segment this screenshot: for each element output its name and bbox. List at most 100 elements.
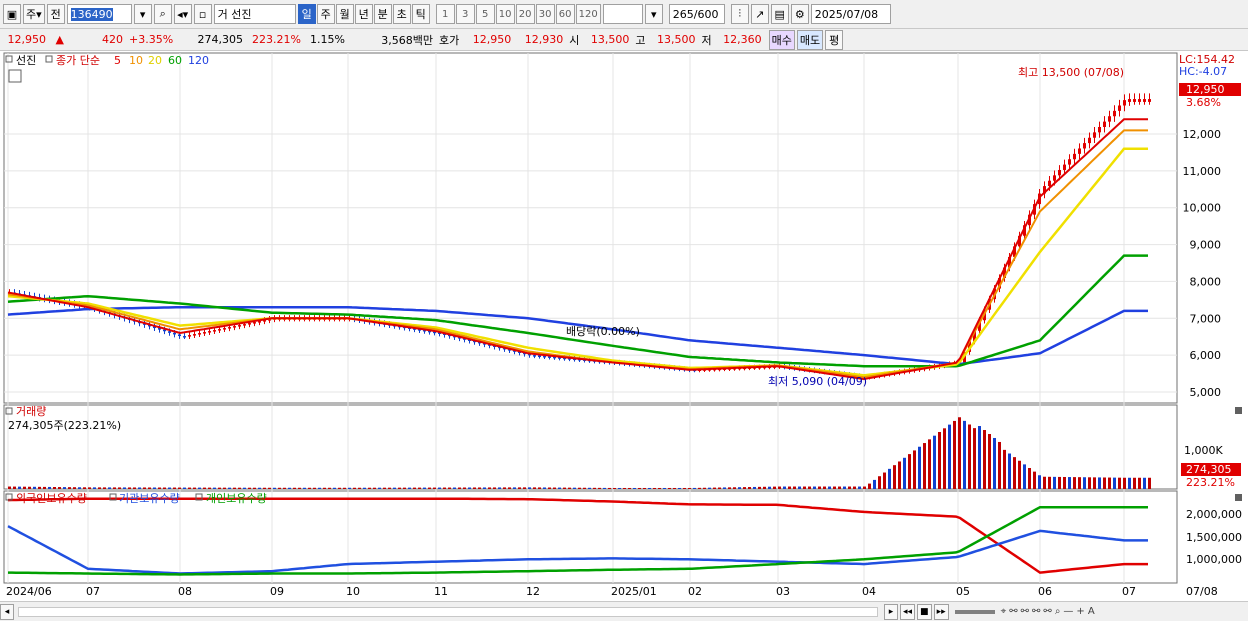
chart-area[interactable]: 5,000 6,000 7,000 8,000 9,000 10,000 11,000 12,… — [0, 51, 1248, 601]
volume-title: 거래량 — [16, 405, 46, 418]
table-icon[interactable] — [8, 69, 22, 83]
link-icon[interactable]: ⚯ — [1009, 606, 1017, 617]
volume-bar — [513, 487, 516, 489]
prefix-button[interactable]: 전 — [46, 4, 65, 24]
interval-button[interactable]: 120 — [575, 4, 601, 24]
volume-bar — [68, 487, 71, 489]
volume-bar — [753, 486, 756, 489]
search-icon[interactable]: ⌕ — [153, 4, 172, 24]
font-size-icon[interactable]: A — [1088, 606, 1095, 617]
buy-button[interactable]: 매수 — [768, 29, 795, 50]
candle-body — [1143, 99, 1146, 102]
play-icon[interactable]: ▸ — [884, 603, 898, 620]
scrollbar[interactable]: ◂ ▸ ◂◂ ■ ▸▸ ⌖ ⚯ ⚯ ⚯ ⚯ ⌕ — + A — [0, 601, 1248, 621]
zoom-icon[interactable]: ⌕ — [1055, 606, 1061, 617]
volume-bar — [1148, 477, 1151, 489]
tool-icons: ⌖ ⚯ ⚯ ⚯ ⚯ ⌕ — + A — [1001, 606, 1095, 617]
high-price: 13,500 — [657, 33, 696, 46]
scroll-left-icon[interactable]: ◂ — [0, 603, 14, 620]
count-field[interactable]: 265/600 — [668, 4, 725, 24]
volume-bar — [118, 487, 121, 489]
compare-icon[interactable]: ⚯ — [1021, 606, 1029, 617]
date-tick-label: 04 — [862, 585, 876, 598]
period-group: 일 주 월 년 분 초 틱 — [297, 4, 430, 24]
legend-ma-label: 종가 단순 — [56, 54, 100, 67]
low-price: 12,360 — [723, 33, 762, 46]
zoom-out-icon[interactable]: — — [1063, 606, 1073, 617]
interval-button[interactable]: 5 — [475, 4, 495, 24]
volume-bar — [1138, 477, 1141, 489]
candle-body — [208, 331, 211, 333]
zoom-in-icon[interactable]: + — [1076, 606, 1084, 617]
interval-button[interactable]: 30 — [535, 4, 555, 24]
inst-holdings-label: 기관보유수량 — [119, 492, 180, 505]
candle-style-icon[interactable]: ⫶ — [730, 4, 749, 24]
volume-bar — [323, 487, 326, 489]
volume-bar — [143, 487, 146, 489]
forward-icon[interactable]: ▸▸ — [933, 603, 949, 620]
code-input[interactable]: 136490 — [66, 4, 132, 24]
code-dropdown-icon[interactable]: ▾ — [133, 4, 152, 24]
crosshair-icon[interactable]: ⌖ — [1001, 606, 1007, 617]
volume-bar — [93, 487, 96, 489]
window-menu-icon[interactable]: ▣ — [3, 4, 21, 24]
volume-bar — [728, 487, 731, 489]
settings-small-icon[interactable]: ▫ — [193, 4, 212, 24]
volume-bar — [768, 486, 771, 489]
interval-button[interactable]: 60 — [555, 4, 575, 24]
interval-button[interactable]: 3 — [455, 4, 475, 24]
volume-bar — [333, 487, 336, 489]
volume-bar — [688, 487, 691, 489]
period-week-button[interactable]: 주 — [316, 4, 335, 24]
volume-close-icon[interactable] — [1235, 407, 1242, 414]
period-year-button[interactable]: 년 — [354, 4, 373, 24]
custom-interval-dropdown-icon[interactable]: ▾ — [644, 4, 663, 24]
x-last-date: 07/08 — [1186, 585, 1218, 598]
volume-bar — [1078, 477, 1081, 489]
draw-tool-icon[interactable]: ↗ — [750, 4, 769, 24]
sell-button[interactable]: 매도 — [796, 29, 824, 50]
market-type-select[interactable]: 주 ▾ — [23, 4, 45, 24]
volume-bar — [73, 487, 76, 489]
chart-svg: 5,000 6,000 7,000 8,000 9,000 10,000 11,000 12,… — [3, 52, 1242, 598]
holdings-close-icon[interactable] — [1235, 494, 1242, 501]
candle-body — [1118, 105, 1121, 111]
volume-bar — [253, 487, 256, 489]
volume-bar — [468, 487, 471, 489]
volume-bar — [1083, 477, 1086, 489]
volume-bar — [288, 487, 291, 489]
period-month-button[interactable]: 월 — [335, 4, 354, 24]
date-field[interactable]: 2025/07/08 — [810, 4, 891, 24]
volume-bar — [588, 487, 591, 489]
volume-bar — [183, 487, 186, 489]
period-tick-button[interactable]: 틱 — [411, 4, 430, 24]
period-second-button[interactable]: 초 — [392, 4, 411, 24]
period-minute-button[interactable]: 분 — [373, 4, 392, 24]
volume-bar — [358, 487, 361, 489]
volume-bar — [193, 487, 196, 489]
gear-icon[interactable]: ⚙ — [790, 4, 809, 24]
scroll-track[interactable] — [18, 606, 878, 617]
fit-icon[interactable]: ⚯ — [1043, 606, 1051, 617]
volume-bar — [278, 487, 281, 489]
volume-bar — [368, 487, 371, 489]
candle-body — [1103, 121, 1106, 127]
volume-bar — [763, 486, 766, 489]
interval-button[interactable]: 20 — [515, 4, 535, 24]
interval-button[interactable]: 1 — [435, 4, 455, 24]
interval-button[interactable]: 10 — [495, 4, 515, 24]
volume-bar — [268, 487, 271, 489]
rewind-icon[interactable]: ◂◂ — [900, 603, 916, 620]
period-day-button[interactable]: 일 — [297, 4, 316, 24]
sync-icon[interactable]: ⚯ — [1032, 606, 1040, 617]
save-icon[interactable]: ▤ — [770, 4, 789, 24]
volume-value-label: 274,305주(223.21%) — [8, 419, 121, 432]
stop-icon[interactable]: ■ — [917, 603, 932, 620]
stock-name-field[interactable]: 거 선진 — [213, 4, 296, 24]
custom-interval-input[interactable] — [602, 4, 643, 24]
speaker-icon[interactable]: ◂▾ — [173, 4, 192, 24]
eval-button[interactable]: 평 — [825, 29, 844, 50]
candle-body — [173, 332, 176, 335]
zoom-slider[interactable] — [954, 609, 995, 614]
volume-bar — [8, 486, 11, 489]
